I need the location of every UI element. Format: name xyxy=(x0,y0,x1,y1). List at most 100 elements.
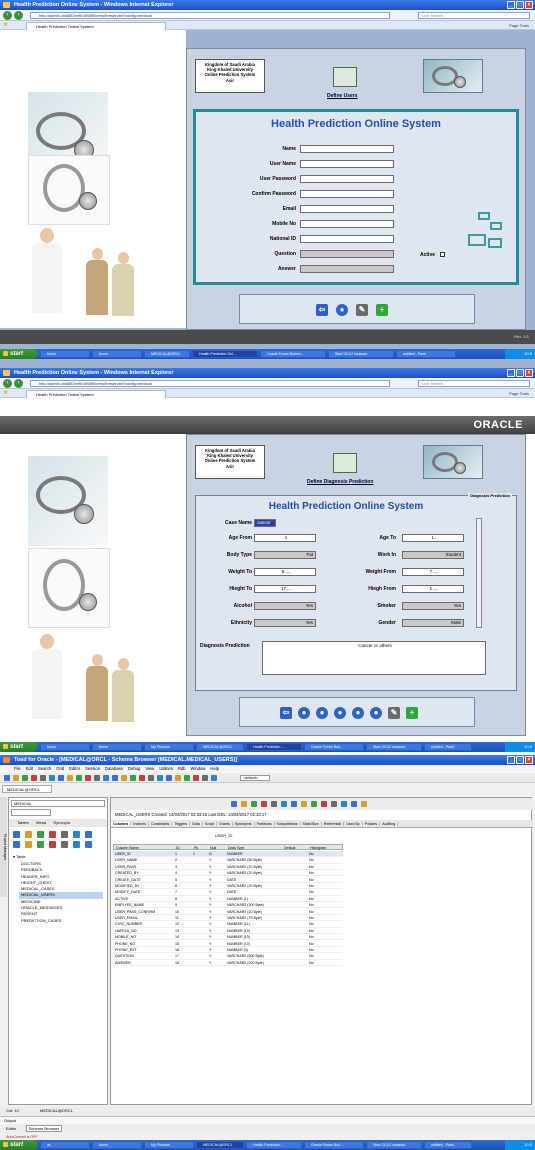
favorites-star-icon[interactable]: ★ xyxy=(3,22,8,29)
weight-from-input[interactable]: 7..,.. xyxy=(402,568,464,576)
toolbar-button-icon[interactable] xyxy=(22,775,28,781)
table-row[interactable]: ACTIVE 8 Y NUMBER (1) No xyxy=(113,896,343,902)
url-input[interactable]: http://admin-dda852ce9c:8889/forms/frmse… xyxy=(30,380,390,387)
menu-item-edit[interactable]: Edit xyxy=(26,766,33,771)
user-name-input[interactable] xyxy=(300,160,394,168)
add-icon[interactable]: + xyxy=(406,707,418,719)
back-icon[interactable]: ‹ xyxy=(3,11,12,20)
menu-item-debug[interactable]: Debug xyxy=(128,766,140,771)
table-row[interactable]: USER_PASS 3 Y VARCHAR2 (20 Byte) No xyxy=(113,864,343,870)
minimize-button[interactable]: _ xyxy=(507,756,515,764)
toolbar-button-icon[interactable] xyxy=(321,801,327,807)
exit-icon[interactable]: ⇦ xyxy=(280,707,292,719)
minimize-button[interactable]: _ xyxy=(507,369,515,377)
table-list-item[interactable]: PREDICTION_CASES xyxy=(19,918,103,924)
taskbar-item[interactable]: MEDICAL@ORCL xyxy=(144,350,190,358)
toolbar-button-icon[interactable] xyxy=(139,775,145,781)
height-to-input[interactable]: 17.,.. xyxy=(254,585,316,593)
toolbar-button-icon[interactable] xyxy=(13,831,20,838)
toolbar-button-icon[interactable] xyxy=(61,841,68,848)
taskbar-item[interactable]: Oracle Forms Buil... xyxy=(304,1141,364,1149)
toolbar-button-icon[interactable] xyxy=(112,775,118,781)
schema-browser-tab[interactable]: Schema Browser xyxy=(25,1125,63,1132)
taskbar-item[interactable]: MEDICAL@ORCL xyxy=(196,1141,244,1149)
browser-tab[interactable]: Health Prediction Online System xyxy=(26,22,166,30)
taskbar-item[interactable]: forms xyxy=(40,350,90,358)
detail-tab-data[interactable]: Data xyxy=(190,822,203,826)
toolbar-button-icon[interactable] xyxy=(351,801,357,807)
taskbar-item[interactable]: Oracle Forms Builder... xyxy=(260,350,326,358)
toolbar-button-icon[interactable] xyxy=(25,831,32,838)
toolbar-button-icon[interactable] xyxy=(311,801,317,807)
case-name-input[interactable]: cancer xyxy=(254,519,276,527)
form-scrollbar[interactable] xyxy=(476,518,482,628)
menu-item-rdb[interactable]: Rdb xyxy=(178,766,186,771)
toolbar-button-icon[interactable] xyxy=(301,801,307,807)
taskbar-item[interactable]: ak xyxy=(40,1141,90,1149)
detail-tab-indexes[interactable]: Indexes xyxy=(131,822,149,826)
editor-tab[interactable]: Editor xyxy=(6,1126,16,1131)
column-filter[interactable]: USER_ID xyxy=(215,833,232,838)
toolbar-button-icon[interactable] xyxy=(193,775,199,781)
detail-tab-policies[interactable]: Policies xyxy=(362,822,381,826)
menu-item-grid[interactable]: Grid xyxy=(56,766,64,771)
toolbar-button-icon[interactable] xyxy=(103,775,109,781)
close-button[interactable]: × xyxy=(525,369,533,377)
toolbar-button-icon[interactable] xyxy=(211,775,217,781)
toolbar-button-icon[interactable] xyxy=(291,801,297,807)
tab-tables[interactable]: Tables xyxy=(17,820,29,825)
toolbar-button-icon[interactable] xyxy=(40,775,46,781)
detail-tab-referential[interactable]: Referential xyxy=(321,822,345,826)
toolbar-button-icon[interactable] xyxy=(85,831,92,838)
detail-tab-columns[interactable]: Columns xyxy=(111,822,132,826)
menu-item-search[interactable]: Search xyxy=(38,766,51,771)
alcohol-select[interactable]: Yes xyxy=(254,602,316,610)
toolbar-button-icon[interactable] xyxy=(166,775,172,781)
gender-select[interactable]: Male xyxy=(402,619,464,627)
age-from-input[interactable]: 1 xyxy=(254,534,316,542)
first-record-icon[interactable]: ● xyxy=(298,707,310,719)
smoker-select[interactable]: Yes xyxy=(402,602,464,610)
page-tools[interactable]: Page Tools xyxy=(509,22,529,29)
toolbar-button-icon[interactable] xyxy=(241,801,247,807)
project-manager-sidebar[interactable]: Project Manager xyxy=(0,797,7,897)
menu-item-session[interactable]: Session xyxy=(85,766,100,771)
menu-item-help[interactable]: Help xyxy=(210,766,219,771)
toolbar-button-icon[interactable] xyxy=(202,775,208,781)
define-users-link[interactable]: Define Users xyxy=(327,93,358,99)
schema-select[interactable]: MEDICAL xyxy=(11,800,105,807)
menu-item-database[interactable]: Database xyxy=(105,766,123,771)
save-icon[interactable]: ● xyxy=(336,304,348,316)
taskbar-item[interactable]: untitled - Paint xyxy=(424,1141,472,1149)
output-tab[interactable]: Output xyxy=(4,1118,16,1123)
user-password-input[interactable] xyxy=(300,175,394,183)
toolbar-button-icon[interactable] xyxy=(261,801,267,807)
detail-tab-partitions[interactable]: Partitions xyxy=(254,822,275,826)
ethnicity-select[interactable]: Yes xyxy=(254,619,316,627)
email-input[interactable] xyxy=(300,205,394,213)
toolbar-button-icon[interactable] xyxy=(76,775,82,781)
taskbar-item[interactable]: Health Prediction ... xyxy=(246,1141,302,1149)
height-from-input[interactable]: 1..,.. xyxy=(402,585,464,593)
maximize-button[interactable]: □ xyxy=(516,756,524,764)
body-type-select[interactable]: Fat xyxy=(254,551,316,559)
taskbar-item[interactable]: Start OC4J Instance xyxy=(366,1141,422,1149)
menu-item-window[interactable]: Window xyxy=(191,766,206,771)
active-checkbox[interactable] xyxy=(440,252,445,257)
table-row[interactable]: CIVIC_NUMBER 12 Y NUMBER (11) No xyxy=(113,921,343,928)
table-row[interactable]: PHONE_EXT 16 Y NUMBER (4) No xyxy=(113,947,343,954)
page-tools[interactable]: Page Tools xyxy=(509,390,529,397)
toolbar-button-icon[interactable] xyxy=(231,801,237,807)
menu-item-file[interactable]: File xyxy=(14,766,21,771)
next-record-icon[interactable]: ● xyxy=(334,707,346,719)
table-row[interactable]: MOBILE_NO 14 Y NUMBER (10) No xyxy=(113,934,343,941)
table-row[interactable]: CREATED_BY 4 Y VARCHAR2 (20 Byte) No xyxy=(113,870,343,877)
toolbar-button-icon[interactable] xyxy=(341,801,347,807)
menu-item-editor[interactable]: Editor xyxy=(69,766,80,771)
question-select[interactable] xyxy=(300,250,394,258)
taskbar-item[interactable]: Start OC4J Instance xyxy=(328,350,394,358)
menu-item-utilities[interactable]: Utilities xyxy=(159,766,173,771)
detail-tab-grants[interactable]: Grants xyxy=(216,822,233,826)
toolbar-button-icon[interactable] xyxy=(184,775,190,781)
toolbar-button-icon[interactable] xyxy=(281,801,287,807)
